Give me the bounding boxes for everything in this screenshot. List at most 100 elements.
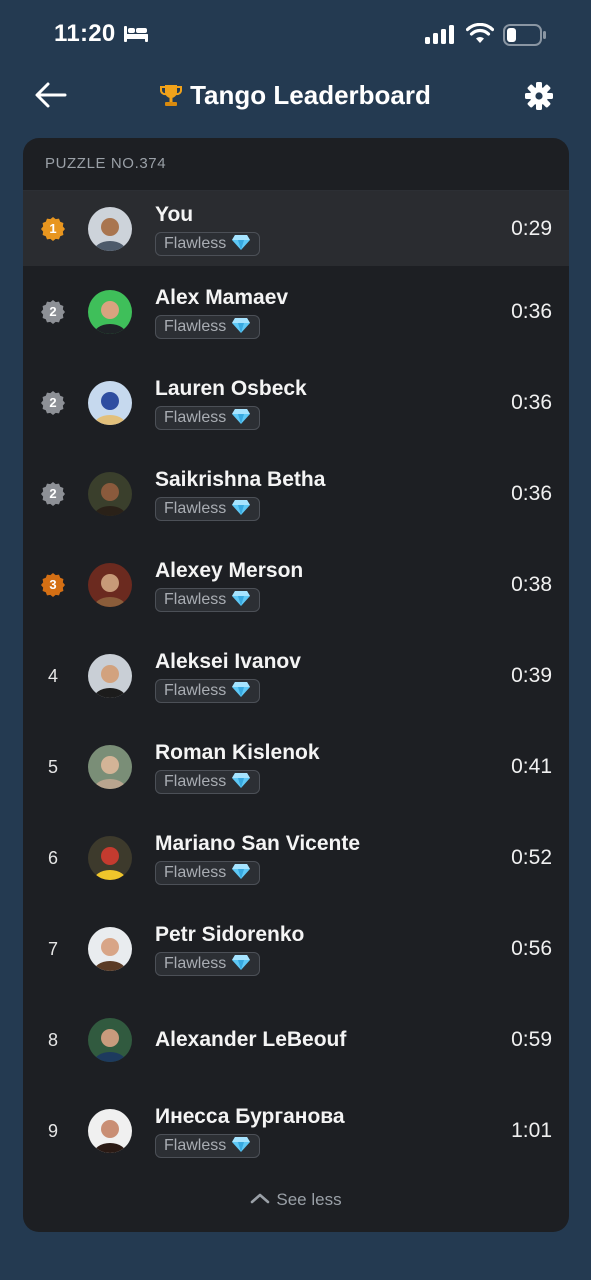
player-info: Alex Mamaev Flawless: [155, 286, 288, 339]
diamond-icon: [231, 499, 251, 523]
player-name: Alexander LeBeouf: [155, 1027, 347, 1051]
rank-number: 7: [47, 938, 58, 959]
rank-number: 4: [47, 665, 58, 686]
badge-label: Flawless: [164, 408, 227, 426]
leaderboard-row[interactable]: 5 Roman Kislenok Flawless 0:41: [23, 721, 569, 812]
diamond-icon: [231, 863, 251, 887]
diamond-icon: [231, 681, 251, 705]
badge-label: Flawless: [164, 954, 227, 972]
player-info: Aleksei Ivanov Flawless: [155, 650, 301, 703]
trophy-icon: [160, 83, 183, 114]
page-title-text: Tango Leaderboard: [190, 80, 431, 110]
leaderboard-row[interactable]: 2 Saikrishna Betha Flawless 0:36: [23, 448, 569, 539]
leaderboard-list: 1 You Flawless 0:29 2 Alex Mamaev Flawless 0:36…: [23, 191, 569, 1176]
leaderboard-row[interactable]: 2 Lauren Osbeck Flawless 0:36: [23, 357, 569, 448]
rank-number: 1: [49, 220, 57, 236]
puzzle-number-label: PUZZLE NO.374: [23, 138, 569, 191]
player-name: Alex Mamaev: [155, 285, 289, 309]
solve-time: 0:56: [511, 936, 552, 960]
rank-medal-icon: 1: [41, 216, 65, 241]
player-name: Aleksei Ivanov: [155, 649, 301, 673]
rank-number: 2: [49, 394, 57, 410]
player-name: Petr Sidorenko: [155, 922, 305, 946]
rank-number: 2: [49, 485, 57, 501]
avatar[interactable]: [88, 289, 132, 334]
badge-label: Flawless: [164, 681, 227, 699]
leaderboard-row[interactable]: 8 Alexander LeBeouf 0:59: [23, 994, 569, 1085]
rank-medal-icon: 2: [41, 299, 65, 324]
gear-icon: [525, 82, 553, 110]
flawless-badge: Flawless: [155, 860, 261, 887]
flawless-badge: Flawless: [155, 678, 261, 705]
avatar[interactable]: [88, 835, 132, 880]
see-less-label: See less: [276, 1190, 342, 1209]
solve-time: 0:36: [511, 390, 552, 414]
player-info: You Flawless: [155, 202, 261, 258]
leaderboard-row[interactable]: 4 Aleksei Ivanov Flawless 0:39: [23, 630, 569, 721]
diamond-icon: [231, 234, 251, 258]
player-name: Roman Kislenok: [155, 740, 320, 764]
rank-number: 5: [47, 756, 58, 777]
badge-label: Flawless: [164, 863, 227, 881]
solve-time: 0:36: [511, 299, 552, 323]
solve-time: 0:59: [511, 1027, 552, 1051]
flawless-badge: Flawless: [155, 231, 261, 258]
leaderboard-row[interactable]: 9 Инесса Бурганова Flawless 1:01: [23, 1085, 569, 1176]
player-info: Alexander LeBeouf: [155, 1028, 346, 1052]
player-name: Alexey Merson: [155, 558, 304, 582]
avatar[interactable]: [88, 206, 132, 251]
flawless-badge: Flawless: [155, 405, 261, 432]
solve-time: 0:52: [511, 845, 552, 869]
badge-label: Flawless: [164, 1136, 227, 1154]
avatar[interactable]: [88, 380, 132, 425]
badge-label: Flawless: [164, 317, 227, 335]
chevron-up-icon: [250, 1189, 270, 1209]
diamond-icon: [231, 954, 251, 978]
player-info: Saikrishna Betha Flawless: [155, 468, 325, 521]
flawless-badge: Flawless: [155, 587, 261, 614]
rank-number: 9: [47, 1120, 58, 1141]
avatar[interactable]: [88, 562, 132, 607]
solve-time: 0:36: [511, 481, 552, 505]
solve-time: 0:39: [511, 663, 552, 687]
flawless-badge: Flawless: [155, 1133, 261, 1160]
settings-button[interactable]: [523, 80, 555, 112]
solve-time: 0:38: [511, 572, 552, 596]
diamond-icon: [231, 408, 251, 432]
player-name: Инесса Бурганова: [155, 1104, 345, 1128]
avatar[interactable]: [88, 744, 132, 789]
avatar[interactable]: [88, 1108, 132, 1153]
avatar[interactable]: [88, 653, 132, 698]
app-header: Tango Leaderboard: [0, 70, 591, 122]
badge-label: Flawless: [164, 772, 227, 790]
leaderboard-row[interactable]: 2 Alex Mamaev Flawless 0:36: [23, 266, 569, 357]
flawless-badge: Flawless: [155, 769, 261, 794]
flawless-badge: Flawless: [155, 951, 261, 978]
avatar[interactable]: [88, 471, 132, 516]
player-name: You: [155, 202, 194, 226]
avatar[interactable]: [88, 926, 132, 971]
rank-number: 2: [49, 303, 57, 319]
solve-time: 0:29: [511, 216, 552, 240]
leaderboard-row[interactable]: 3 Alexey Merson Flawless 0:38: [23, 539, 569, 630]
avatar[interactable]: [88, 1017, 132, 1062]
rank-medal-icon: 2: [41, 481, 65, 506]
rank-medal-icon: 3: [41, 572, 65, 597]
player-info: Mariano San Vicente Flawless: [155, 832, 360, 885]
leaderboard-card: PUZZLE NO.374 1 You Flawless 0:29 2 Alex Mama…: [23, 138, 569, 1232]
player-info: Alexey Merson Flawless: [155, 559, 303, 612]
badge-label: Flawless: [164, 234, 227, 252]
rank-number: 6: [47, 847, 58, 868]
leaderboard-row[interactable]: 6 Mariano San Vicente Flawless 0:52: [23, 812, 569, 903]
diamond-icon: [231, 1136, 251, 1160]
see-less-button[interactable]: See less: [23, 1189, 569, 1210]
leaderboard-row[interactable]: 7 Petr Sidorenko Flawless 0:56: [23, 903, 569, 994]
solve-time: 0:41: [511, 754, 552, 778]
bed-icon: [123, 24, 149, 49]
player-name: Lauren Osbeck: [155, 376, 307, 400]
battery-icon: [503, 24, 547, 51]
leaderboard-row[interactable]: 1 You Flawless 0:29: [23, 191, 569, 266]
flawless-badge: Flawless: [155, 496, 261, 523]
signal-icon: [425, 25, 457, 50]
diamond-icon: [231, 590, 251, 614]
